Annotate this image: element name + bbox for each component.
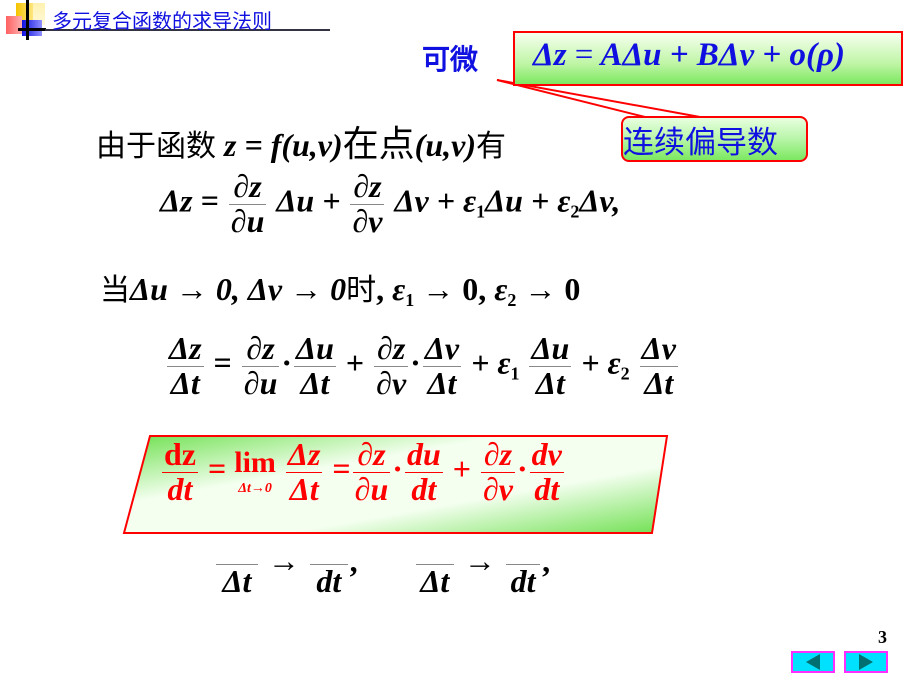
- chain-rule-equation: dz dt = lim Δt→0 Δz Δt = ∂z ∂u · du dt + ∂z ∂v · dv…: [160, 436, 566, 507]
- frac-den: Δt: [289, 470, 319, 507]
- frac-num: dv: [531, 436, 562, 472]
- fraction: ∂z ∂v: [480, 436, 515, 507]
- frac-num: ∂z: [483, 436, 513, 472]
- frac-den: dt: [167, 470, 193, 507]
- frac-den: ∂v: [482, 470, 513, 507]
- frac-num-text: dz: [164, 436, 196, 472]
- chain-rule-box: [122, 435, 669, 534]
- frac-num: du: [406, 436, 441, 472]
- frac-den: dt: [534, 470, 560, 507]
- limit-operator: lim Δt→0: [234, 448, 276, 496]
- dot: ·: [392, 450, 403, 487]
- frac-num: dz: [162, 436, 198, 472]
- equals: =: [208, 450, 227, 487]
- frac-num: ∂z: [357, 436, 386, 472]
- plus: +: [452, 450, 471, 487]
- frac-num: Δz: [287, 436, 321, 472]
- fraction: dz dt: [162, 436, 198, 507]
- previous-slide-button[interactable]: [791, 651, 835, 673]
- fraction: ∂z ∂u: [352, 436, 391, 507]
- triangle-right-icon: [859, 654, 873, 670]
- frac-den: ∂u: [354, 470, 389, 507]
- fraction: Δz Δt: [285, 436, 323, 507]
- equals: =: [332, 450, 351, 487]
- page-number: 3: [878, 627, 887, 647]
- fraction: dudt: [404, 436, 443, 507]
- lim-subscript: Δt→0: [238, 481, 272, 497]
- triangle-left-icon: [806, 654, 820, 670]
- dot: ·: [516, 450, 528, 487]
- fraction: dvdt: [529, 436, 564, 507]
- next-slide-button[interactable]: [844, 651, 888, 673]
- lim-text: lim: [234, 446, 276, 480]
- frac-den: dt: [411, 470, 437, 507]
